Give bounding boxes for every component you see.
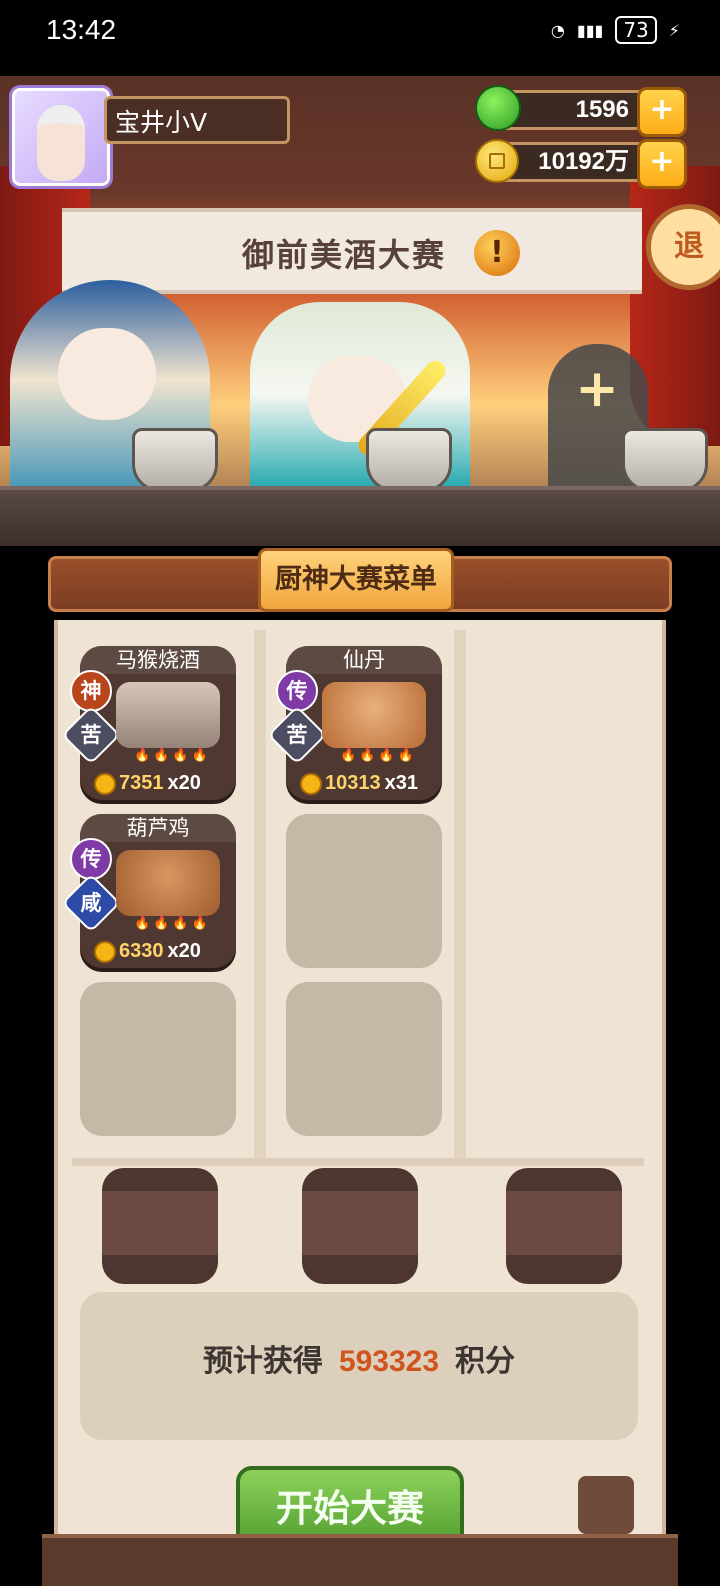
dish-selection-slot[interactable] <box>302 1168 418 1284</box>
coin-icon <box>475 139 519 183</box>
menu-divider <box>72 1158 644 1166</box>
cooking-pot-icon <box>622 428 708 492</box>
dish-price: 10313 x31 <box>300 770 418 796</box>
dish-price: 7351 x20 <box>94 770 201 796</box>
battery-indicator: 73 <box>615 16 657 44</box>
fire-rating-icon: 🔥🔥🔥🔥 <box>340 748 417 763</box>
jade-amount: 1596 <box>575 96 629 123</box>
charging-icon: ⚡ <box>668 20 680 40</box>
dish-card-hulu-ji[interactable]: 葫芦鸡 传 咸 🔥🔥🔥🔥 6330 x20 <box>61 814 236 968</box>
rarity-badge: 神 <box>70 670 112 712</box>
elixir-gourd-icon <box>322 682 426 748</box>
score-value: 593323 <box>338 1345 440 1378</box>
menu-title: 厨神大赛菜单 <box>258 548 454 612</box>
status-time: 13:42 <box>46 14 117 45</box>
coin-amount: 10192万 <box>538 148 629 175</box>
coin-icon <box>300 772 322 795</box>
dish-card-xiandan[interactable]: 仙丹 传 苦 🔥🔥🔥🔥 10313 x31 <box>267 646 442 800</box>
coin-currency: 10192万 + <box>475 139 687 189</box>
expected-score: 预计获得 593323 积分 <box>202 1344 516 1379</box>
score-box: 预计获得 593323 积分 <box>80 1292 638 1440</box>
cooking-pot-icon <box>132 428 218 492</box>
status-bar: 13:42 ◔ ▮▮▮ 73 ⚡ <box>0 0 720 76</box>
utensil-holder-icon <box>578 1476 634 1534</box>
dish-selection-slot[interactable] <box>506 1168 622 1284</box>
stage-counter <box>0 486 720 546</box>
alert-icon[interactable]: ! <box>474 230 520 276</box>
status-icons: ◔ ▮▮▮ 73 ⚡ <box>551 16 680 44</box>
empty-dish-slot[interactable] <box>286 814 442 968</box>
wine-jar-icon <box>116 682 220 748</box>
cooking-stage: 宝井小V 1596 + 10192万 + 退 御前美酒大赛 ! + <box>0 76 720 546</box>
add-jade-button[interactable]: + <box>637 87 687 137</box>
dish-card-mahou-shaojiu[interactable]: 马猴烧酒 神 苦 🔥🔥🔥🔥 7351 x20 <box>61 646 236 800</box>
fire-rating-icon: 🔥🔥🔥🔥 <box>134 916 211 931</box>
dish-name: 马猴烧酒 <box>80 646 236 674</box>
dish-price: 6330 x20 <box>94 938 201 964</box>
dish-selection-slot[interactable] <box>102 1168 218 1284</box>
dish-name: 仙丹 <box>286 646 442 674</box>
event-title: 御前美酒大赛 <box>242 236 447 274</box>
empty-dish-slot[interactable] <box>286 982 442 1136</box>
jade-currency: 1596 + <box>475 85 687 137</box>
coin-icon <box>94 772 116 795</box>
cooking-pot-icon <box>366 428 452 492</box>
player-name: 宝井小V <box>104 96 290 144</box>
avatar-face-icon <box>37 105 85 181</box>
fire-rating-icon: 🔥🔥🔥🔥 <box>134 748 211 763</box>
add-chef-icon[interactable]: + <box>572 363 622 415</box>
rarity-badge: 传 <box>70 838 112 880</box>
player-avatar[interactable] <box>12 88 110 186</box>
signal-icon: ▮▮▮ <box>576 20 604 40</box>
event-banner: 御前美酒大赛 ! <box>62 208 642 294</box>
empty-dish-slot[interactable] <box>80 982 236 1136</box>
column-divider <box>254 630 266 1158</box>
coin-icon <box>94 940 116 963</box>
wifi-icon: ◔ <box>550 20 565 40</box>
roast-chicken-icon <box>116 850 220 916</box>
dish-name: 葫芦鸡 <box>80 814 236 842</box>
bottom-frame <box>42 1534 678 1586</box>
rarity-badge: 传 <box>276 670 318 712</box>
column-divider <box>454 630 466 1158</box>
jade-gem-icon <box>475 85 521 131</box>
add-coins-button[interactable]: + <box>637 139 687 189</box>
